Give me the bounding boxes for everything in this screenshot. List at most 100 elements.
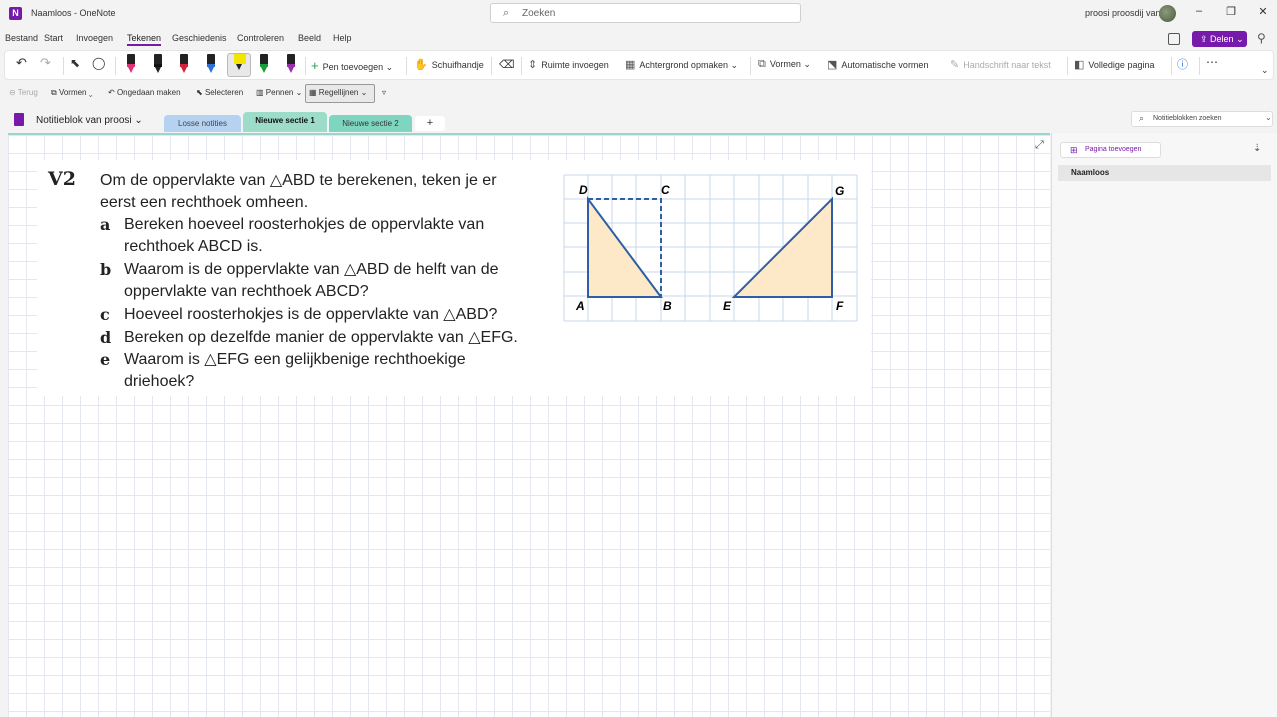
qat-customize-icon[interactable]: ▿ [382, 88, 386, 97]
shapes-button[interactable]: ⧉ Vormen ⌄ [758, 58, 811, 71]
insert-space-button[interactable]: ⇕ Ruimte invoegen [528, 58, 609, 71]
title-bar: N Naamloos - OneNote ⌕ Zoeken proosi pro… [0, 0, 1277, 28]
sort-icon[interactable]: ⇣ [1253, 143, 1261, 154]
qat-rulelines-label: Regellijnen [318, 88, 359, 97]
question-a-line-1: Bereken hoeveel roosterhokjes de oppervl… [124, 216, 485, 233]
insert-space-icon: ⇕ [528, 59, 538, 71]
menu-invoegen[interactable]: Invoegen [76, 33, 113, 43]
scroll-label: Schuifhandje [431, 60, 484, 70]
label-f: F [836, 299, 844, 313]
qat-undo-button[interactable]: ↶ Ongedaan maken [108, 88, 181, 97]
more-options-icon[interactable]: ⋯ [1206, 55, 1218, 69]
expand-icon[interactable]: ⤢ [1035, 139, 1044, 152]
divider [115, 57, 116, 75]
question-d-line-1: Bereken op dezelfde manier de oppervlakt… [124, 329, 518, 346]
search-icon: ⌕ [503, 7, 510, 19]
auto-shapes-label: Automatische vormen [841, 60, 929, 70]
pen-red[interactable] [177, 54, 191, 76]
tab-nieuwe-sectie-2[interactable]: Nieuwe sectie 2 [329, 115, 412, 132]
ribbon: ↶ ↷ ⬉ ◯ + Pen toevoegen ⌄ ✋ Schuifhandje ⌫… [4, 50, 1274, 80]
person-icon[interactable]: ⚲ [1257, 31, 1266, 45]
add-section-button[interactable]: + [415, 116, 445, 131]
label-e: E [723, 299, 732, 313]
pen-pink[interactable] [124, 54, 138, 76]
notebook-search-input[interactable]: ⌕ Notitieblokken zoeken ⌄ [1131, 111, 1273, 127]
menu-beeld[interactable]: Beeld [298, 33, 321, 43]
divider [750, 57, 751, 75]
qat-pens-label: Pennen [265, 88, 294, 97]
add-page-label: Pagina toevoegen [1085, 146, 1142, 153]
tab-losse-notities[interactable]: Losse notities [164, 115, 241, 132]
divider [63, 57, 64, 75]
hand-icon: ✋ [414, 59, 428, 71]
add-page-button[interactable]: ⊞ Pagina toevoegen [1060, 142, 1161, 158]
triangle-abd [587, 195, 663, 298]
share-button[interactable]: ⇪ Delen ⌄ [1192, 31, 1247, 47]
page-list-panel [1051, 133, 1277, 717]
notebook-icon [14, 113, 24, 126]
menu-geschiedenis[interactable]: Geschiedenis [172, 33, 227, 43]
menu-start[interactable]: Start [44, 33, 63, 43]
background-format-button[interactable]: ▦ Achtergrond opmaken ⌄ [625, 58, 738, 71]
divider [305, 57, 306, 75]
tab-nieuwe-sectie-1[interactable]: Nieuwe sectie 1 [243, 112, 327, 132]
back-button[interactable]: ⊖ Terug [9, 88, 38, 97]
help-icon[interactable]: ⓘ [1177, 56, 1188, 72]
qat-undo-label: Ongedaan maken [116, 88, 181, 97]
label-d: D [579, 183, 588, 197]
scroll-hand-button[interactable]: ✋ Schuifhandje [414, 58, 484, 71]
search-placeholder: Zoeken [522, 8, 556, 19]
auto-shapes-button[interactable]: ⬔ Automatische vormen [827, 58, 928, 71]
add-pen-label: Pen toevoegen [322, 62, 384, 72]
notebook-selector[interactable]: Notitieblok van proosi ⌄ [36, 115, 143, 126]
qat-select-button[interactable]: ⬉ Selecteren [196, 88, 243, 97]
window-title: Naamloos - OneNote [31, 8, 116, 18]
divider [1067, 57, 1068, 75]
qat-pens-button[interactable]: ▥ Pennen ⌄ [256, 88, 302, 97]
page-item[interactable]: Naamloos [1058, 165, 1271, 181]
menu-tekenen[interactable]: Tekenen [127, 33, 162, 46]
qat-shapes-button[interactable]: ⧉ Vormen ⌄ [51, 88, 93, 98]
ink-to-text-label: Handschrift naar tekst [963, 60, 1051, 70]
close-icon[interactable]: ✕ [1253, 5, 1273, 18]
pen-blue[interactable] [204, 54, 218, 76]
onenote-logo-icon: N [9, 7, 22, 20]
divider [521, 57, 522, 75]
intro-line-1: Om de oppervlakte van △ABD te berekenen,… [100, 172, 497, 189]
restore-icon[interactable]: ❐ [1221, 5, 1241, 18]
background-grid-icon: ▦ [625, 59, 636, 71]
menu-bestand[interactable]: Bestand [5, 33, 38, 43]
menu-help[interactable]: Help [333, 33, 352, 43]
add-pen-button[interactable]: + Pen toevoegen ⌄ [311, 58, 393, 73]
question-e-line-1: Waarom is △EFG een gelijkbenige rechthoe… [124, 351, 466, 368]
label-c: C [661, 183, 670, 197]
qat-rulelines-button[interactable]: ▦ Regellijnen ⌄ [309, 88, 367, 97]
question-a-label: a [100, 215, 111, 234]
avatar[interactable] [1159, 5, 1176, 22]
user-name[interactable]: proosi proosdij van [1085, 8, 1161, 18]
notebook-search-placeholder: Notitieblokken zoeken [1153, 115, 1222, 122]
search-input[interactable]: ⌕ Zoeken [490, 3, 801, 23]
lasso-icon[interactable]: ◯ [92, 56, 105, 70]
shapes-label: Vormen [769, 59, 801, 69]
pen-black[interactable] [151, 54, 165, 76]
menu-controleren[interactable]: Controleren [237, 33, 284, 43]
full-page-button[interactable]: ◧ Volledige pagina [1074, 58, 1154, 71]
qat-select-label: Selecteren [204, 88, 244, 97]
undo-icon[interactable]: ↶ [16, 55, 27, 71]
eraser-icon[interactable]: ⌫ [499, 58, 515, 71]
ribbon-collapse-icon[interactable]: ⌄ [1261, 65, 1269, 76]
minimize-icon[interactable]: – [1189, 5, 1209, 17]
pen-purple[interactable] [284, 54, 298, 76]
question-e-label: e [100, 350, 111, 369]
pen-yellow-highlighter[interactable] [227, 53, 251, 77]
pen-green[interactable] [257, 54, 271, 76]
quick-access-toolbar: ⊖ Terug ⧉ Vormen ⌄ ↶ Ongedaan maken ⬉ Se… [4, 84, 1274, 104]
ink-to-text-button[interactable]: ✎ Handschrift naar tekst [950, 58, 1051, 71]
qat-shapes-label: Vormen [58, 88, 87, 97]
select-cursor-icon[interactable]: ⬉ [70, 56, 80, 70]
intro-line-2: eerst een rechthoek omheen. [100, 194, 309, 211]
redo-icon[interactable]: ↷ [40, 55, 51, 71]
notes-icon[interactable] [1168, 33, 1180, 45]
auto-shapes-icon: ⬔ [827, 59, 838, 71]
